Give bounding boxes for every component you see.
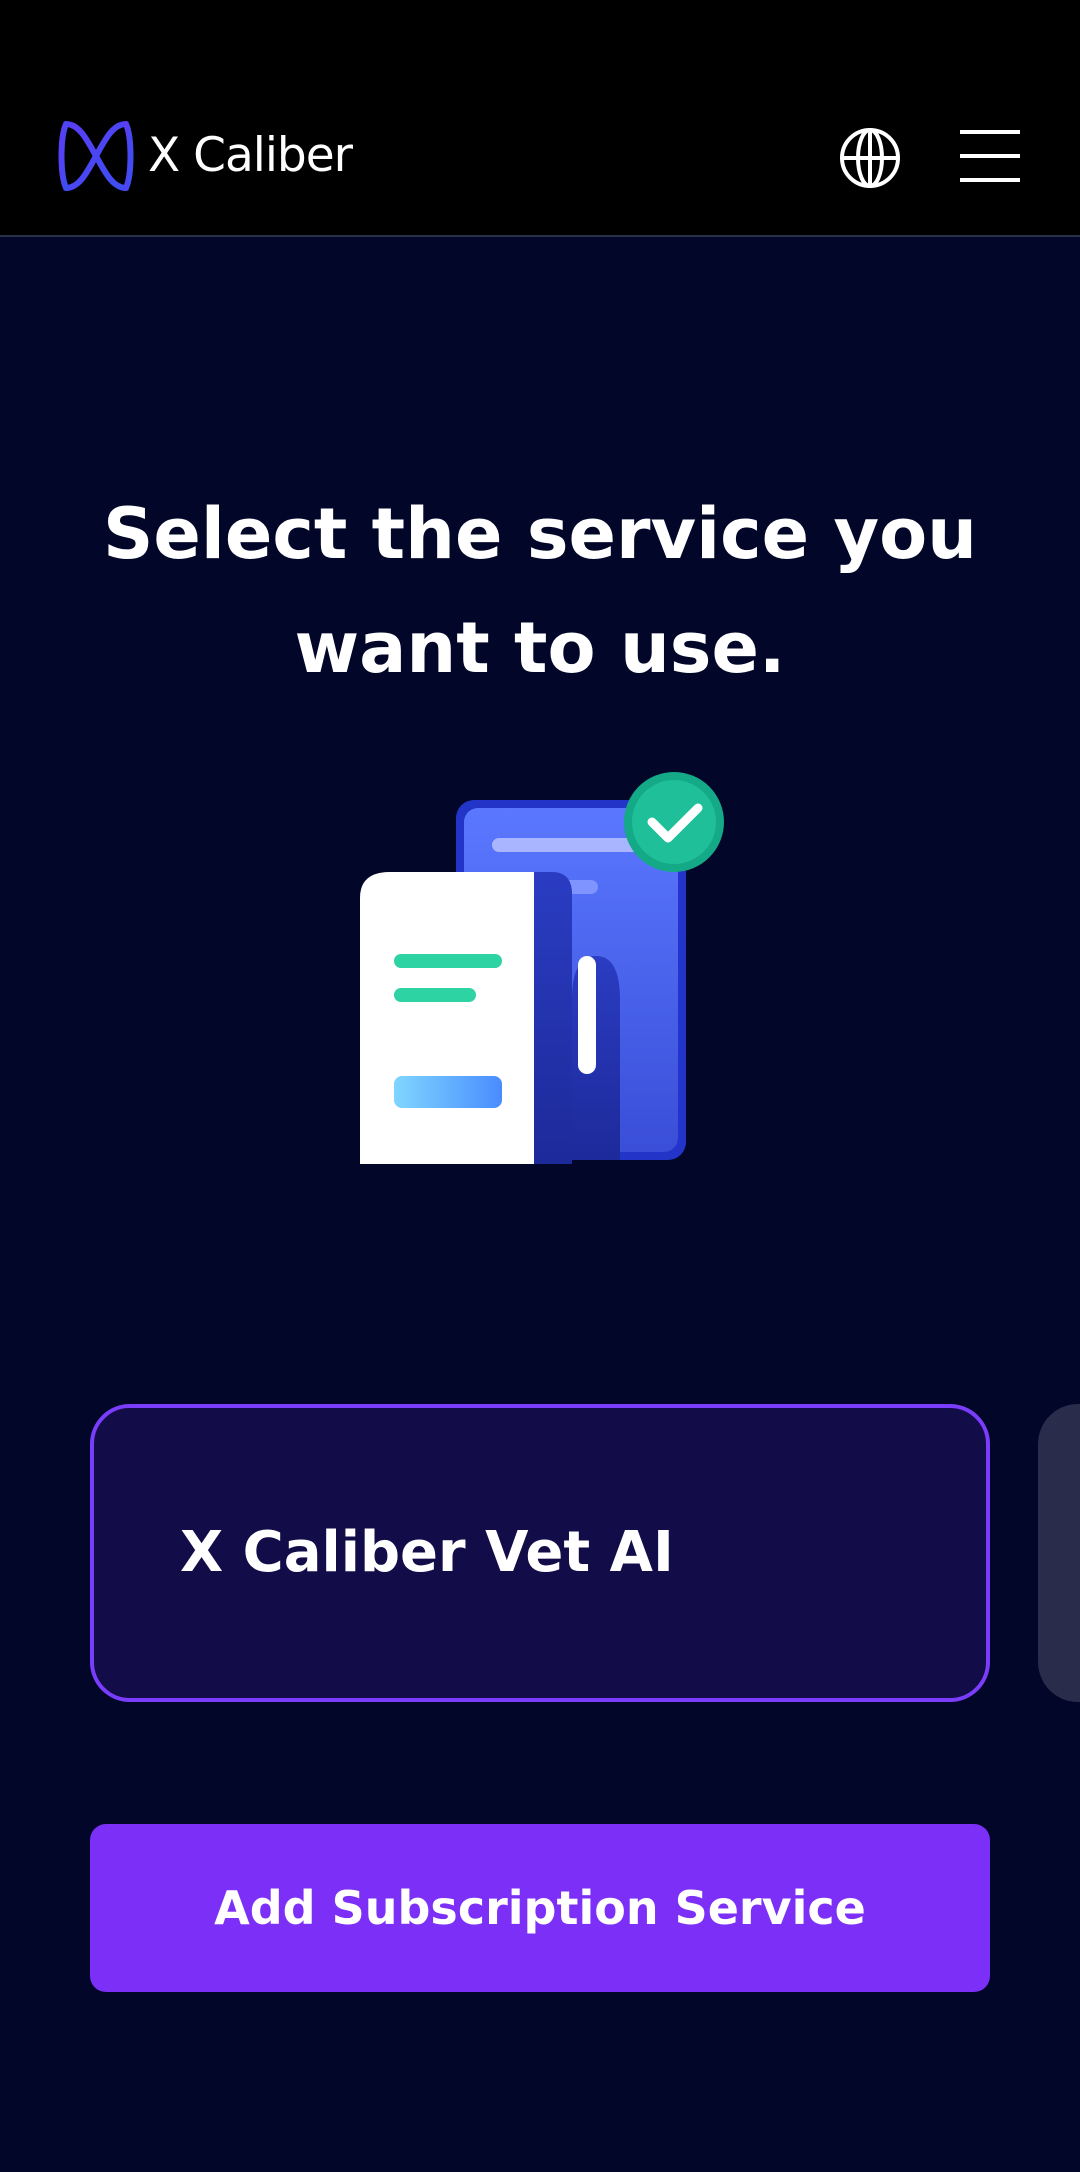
add-subscription-service-button[interactable]: Add Subscription Service — [90, 1824, 990, 1992]
hamburger-menu-icon — [960, 130, 1020, 182]
service-card-label: X Caliber Vet AI — [180, 1520, 674, 1585]
language-button[interactable] — [836, 124, 904, 192]
menu-button[interactable] — [958, 126, 1022, 186]
service-card-vet-ai[interactable]: X Caliber Vet AI — [90, 1404, 990, 1702]
document-check-illustration — [360, 772, 724, 1164]
service-card-next[interactable] — [1038, 1404, 1080, 1702]
globe-icon — [840, 128, 900, 188]
brand-name: X Caliber — [148, 128, 353, 183]
page-title: Select the service you want to use. — [102, 492, 977, 689]
top-bar: X Caliber — [0, 0, 1080, 237]
page: X Caliber Select the service you want to… — [0, 0, 1080, 2172]
brand-logo[interactable]: X Caliber — [58, 118, 378, 194]
x-caliber-logo-icon — [58, 121, 134, 191]
